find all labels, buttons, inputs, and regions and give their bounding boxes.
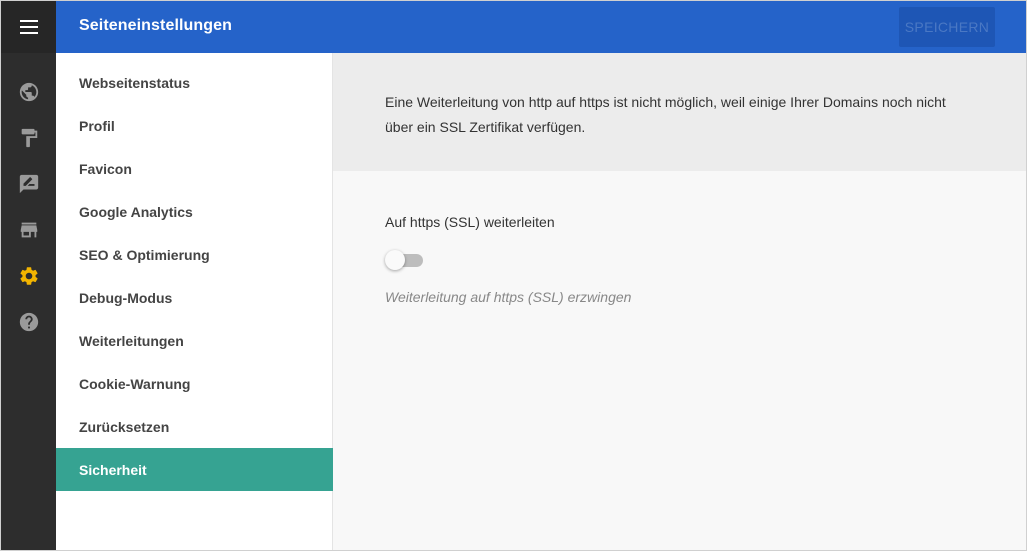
nav-item-label: Cookie-Warnung: [79, 375, 191, 392]
globe-icon[interactable]: [1, 69, 56, 115]
nav-item-profil[interactable]: Profil: [56, 104, 333, 147]
ssl-redirect-help: Weiterleitung auf https (SSL) erzwingen: [385, 289, 632, 305]
nav-item-favicon[interactable]: Favicon: [56, 147, 333, 190]
store-icon[interactable]: [1, 207, 56, 253]
edit-comment-icon[interactable]: [1, 161, 56, 207]
nav-item-label: Webseitenstatus: [79, 74, 190, 91]
nav-item-google-analytics[interactable]: Google Analytics: [56, 190, 333, 233]
notice-text: Eine Weiterleitung von http auf https is…: [385, 90, 975, 140]
nav-item-label: Zurücksetzen: [79, 418, 170, 435]
nav-item-debug-modus[interactable]: Debug-Modus: [56, 276, 333, 319]
gear-icon[interactable]: [1, 253, 56, 299]
notice-line-1: Eine Weiterleitung von http auf https is…: [385, 94, 946, 110]
app-window: Seiteneinstellungen SPEICHERN Webseitens…: [0, 0, 1027, 551]
settings-nav: Webseitenstatus Profil Favicon Google An…: [56, 53, 333, 550]
ssl-notice: Eine Weiterleitung von http auf https is…: [333, 53, 1026, 171]
header-bar: Seiteneinstellungen SPEICHERN: [56, 1, 1026, 53]
notice-line-2: über ein SSL Zertifikat verfügen.: [385, 119, 586, 135]
nav-item-label: Google Analytics: [79, 203, 193, 220]
main-content: Eine Weiterleitung von http auf https is…: [333, 53, 1026, 550]
nav-item-label: SEO & Optimierung: [79, 246, 210, 263]
icon-rail: [1, 1, 56, 550]
nav-item-label: Profil: [79, 117, 115, 134]
save-button[interactable]: SPEICHERN: [899, 7, 995, 47]
page-title: Seiteneinstellungen: [79, 17, 233, 34]
nav-item-seo[interactable]: SEO & Optimierung: [56, 233, 333, 276]
nav-item-zuruecksetzen[interactable]: Zurücksetzen: [56, 405, 333, 448]
nav-item-label: Weiterleitungen: [79, 332, 184, 349]
nav-item-label: Debug-Modus: [79, 289, 173, 306]
ssl-redirect-toggle[interactable]: [385, 250, 425, 270]
nav-item-cookie-warnung[interactable]: Cookie-Warnung: [56, 362, 333, 405]
ssl-redirect-label: Auf https (SSL) weiterleiten: [385, 214, 555, 230]
hamburger-menu-icon[interactable]: [1, 1, 56, 53]
nav-item-weiterleitungen[interactable]: Weiterleitungen: [56, 319, 333, 362]
toggle-thumb: [385, 250, 405, 270]
nav-item-sicherheit[interactable]: Sicherheit: [56, 448, 333, 491]
nav-item-label: Favicon: [79, 160, 132, 177]
paint-roller-icon[interactable]: [1, 115, 56, 161]
nav-item-label: Sicherheit: [79, 461, 147, 478]
nav-item-webseitenstatus[interactable]: Webseitenstatus: [56, 61, 333, 104]
help-icon[interactable]: [1, 299, 56, 345]
